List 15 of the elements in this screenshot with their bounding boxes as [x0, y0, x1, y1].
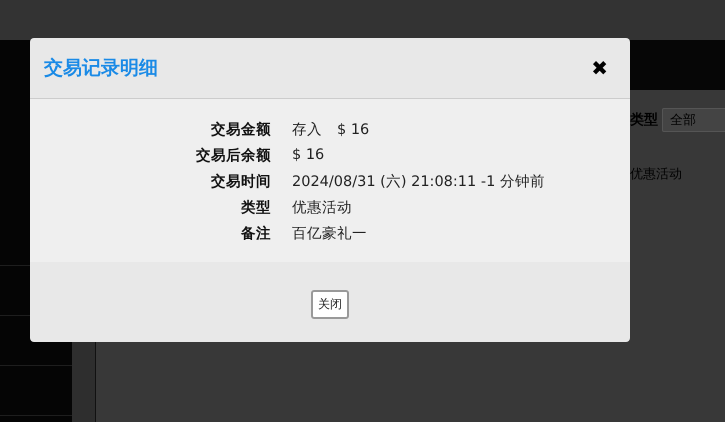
field-label: 类型 — [240, 198, 271, 216]
dialog-title: 交易记录明细 — [44, 56, 158, 81]
field-value: 优惠活动 — [292, 198, 352, 216]
table-cell-text: 优惠活动 — [630, 166, 682, 183]
field-label: 备注 — [240, 224, 271, 242]
field-value: 存入 $ 16 — [292, 120, 370, 138]
close-button[interactable]: 关闭 — [311, 290, 349, 318]
field-label: 交易后余额 — [195, 146, 271, 164]
field-label: 交易时间 — [210, 172, 271, 190]
field-label: 交易金额 — [210, 120, 271, 138]
field-value: $ 16 — [292, 147, 324, 163]
filter-label: 类型 — [630, 111, 658, 129]
field-value: 百亿豪礼一 — [292, 224, 367, 242]
field-value: 2024/08/31 (六) 21:08:11 -1 分钟前 — [292, 172, 545, 190]
close-icon[interactable]: ✖ — [591, 56, 608, 80]
